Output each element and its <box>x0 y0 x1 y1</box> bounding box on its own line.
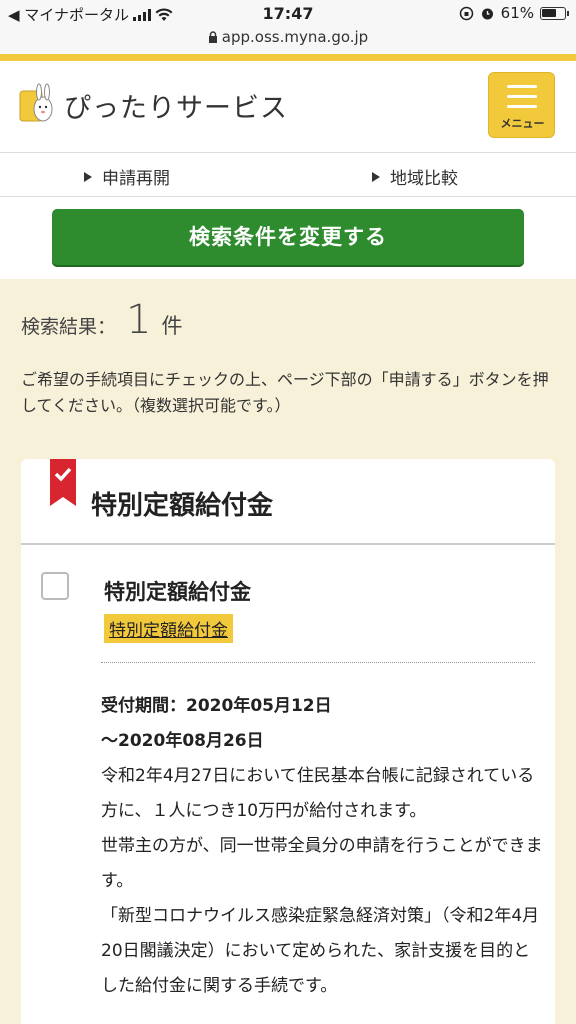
results-section: 検索結果： 1 件 ご希望の手続項目にチェックの上、ページ下部の「申請する」ボタ… <box>0 279 576 1024</box>
url-text: app.oss.myna.go.jp <box>221 28 369 46</box>
sub-nav: 申請再開 地域比較 <box>0 152 576 197</box>
sub-nav-region-compare[interactable]: 地域比較 <box>372 164 458 189</box>
sub-nav-resume-application[interactable]: 申請再開 <box>84 164 170 189</box>
menu-label: メニュー <box>500 117 545 130</box>
triangle-right-icon <box>84 171 92 182</box>
card-title: 特別定額給付金 <box>91 491 274 521</box>
search-area: 検索条件を変更する <box>0 197 576 279</box>
result-card: 特別定額給付金 特別定額給付金 特別定額給付金 受付期間：2020年05月12日… <box>21 459 555 1024</box>
status-bar: ◀ マイナポータル 17:47 61% app.oss.myna.go.jp <box>0 0 576 54</box>
address-bar[interactable]: app.oss.myna.go.jp <box>0 28 576 46</box>
hamburger-icon <box>507 85 537 115</box>
result-count-label: 検索結果： <box>21 316 117 338</box>
bookmark-icon <box>50 459 76 506</box>
acceptance-period: 受付期間：2020年05月12日 〜2020年08月26日 <box>101 689 332 759</box>
change-search-button[interactable]: 検索条件を変更する <box>52 209 524 265</box>
site-header: ぴったりサービス メニュー <box>0 61 576 152</box>
dotted-divider <box>101 662 535 663</box>
procedure-name: 特別定額給付金 <box>104 580 251 604</box>
sub-nav-label: 地域比較 <box>390 169 458 189</box>
alarm-icon <box>481 8 493 19</box>
rabbit-mascot-icon <box>19 83 53 122</box>
site-logo[interactable]: ぴったりサービス <box>18 83 288 127</box>
sub-nav-label: 申請再開 <box>102 169 170 189</box>
procedure-description: 令和2年4月27日において住民基本台帳に記録されている方に、１人につき10万円が… <box>101 766 543 996</box>
orientation-lock-icon <box>459 6 473 20</box>
procedure-link[interactable]: 特別定額給付金 <box>104 614 233 643</box>
site-name: ぴったりサービス <box>64 92 288 124</box>
triangle-right-icon <box>372 171 380 182</box>
lock-icon <box>208 31 217 43</box>
divider <box>21 543 555 545</box>
instructions-text: ご希望の手続項目にチェックの上、ページ下部の「申請する」ボタンを押してください。… <box>21 370 549 415</box>
period-end: 〜2020年08月26日 <box>101 731 264 751</box>
result-count-unit: 件 <box>161 314 183 338</box>
check-icon <box>54 467 72 482</box>
result-count-number: 1 <box>126 297 152 343</box>
accent-bar <box>0 54 576 61</box>
menu-button[interactable]: メニュー <box>488 72 555 138</box>
procedure-checkbox[interactable] <box>41 572 69 600</box>
period-start: 受付期間：2020年05月12日 <box>101 696 332 716</box>
battery-icon <box>540 6 569 20</box>
battery-percent: 61% <box>500 4 534 22</box>
result-count: 検索結果： 1 件 <box>21 297 182 343</box>
